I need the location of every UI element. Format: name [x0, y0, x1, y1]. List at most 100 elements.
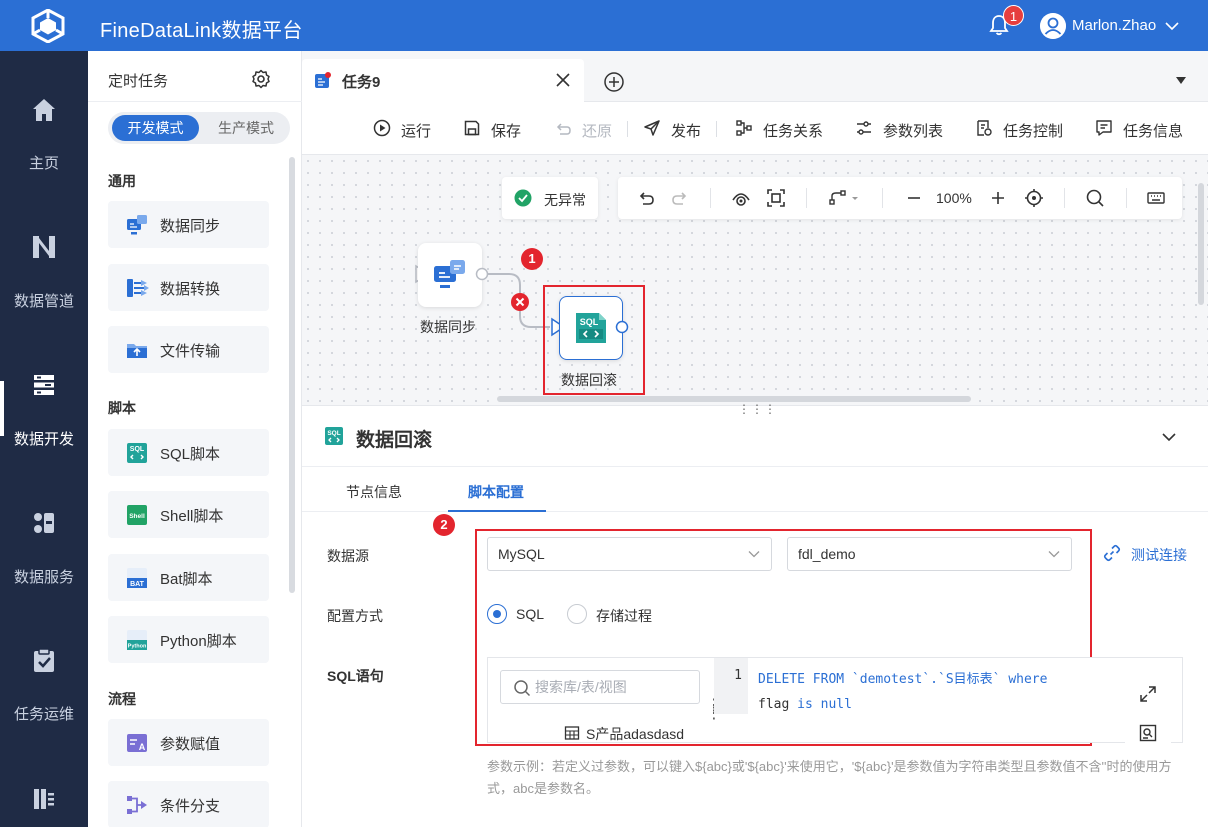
tool-python-script[interactable]: Python Python脚本 [108, 616, 269, 663]
restore-label: 还原 [582, 123, 613, 140]
task-ops-icon [34, 648, 54, 672]
nav-item-more[interactable] [0, 785, 88, 827]
top-bar: FineDataLink数据平台 1 Marlon.Zhao [0, 0, 1208, 51]
code-keyword-null: null [820, 697, 852, 712]
datasource-type-value: MySQL [498, 546, 545, 562]
tool-label: SQL脚本 [160, 446, 221, 463]
chevron-down-icon[interactable] [1164, 18, 1180, 34]
info-doc-icon [1096, 120, 1112, 136]
more-icon [34, 789, 54, 809]
user-name[interactable]: Marlon.Zhao [1072, 17, 1156, 34]
config-tabs: 节点信息 脚本配置 [302, 466, 1208, 512]
tab-task9[interactable]: 任务9 [302, 59, 584, 102]
svg-text:SQL: SQL [327, 430, 340, 437]
tool-data-transform[interactable]: 数据转换 [108, 264, 269, 311]
resize-handle[interactable]: ⋮⋮⋮ [738, 402, 777, 416]
database-select[interactable]: fdl_demo [787, 537, 1072, 571]
radio-sql-label[interactable]: SQL [516, 606, 544, 622]
app-logo[interactable] [30, 9, 66, 43]
canvas-horizontal-scrollbar[interactable] [497, 396, 971, 402]
left-nav: 主页 数据管道 数据开发 数据服务 任务运维 [0, 51, 88, 827]
canvas-vertical-scrollbar[interactable] [1198, 183, 1204, 305]
save-label: 保存 [491, 123, 522, 140]
table-search-box[interactable] [500, 670, 700, 704]
node-data-rollback[interactable]: SQL [559, 296, 623, 360]
play-icon [373, 119, 391, 137]
format-preview-icon[interactable] [1138, 723, 1158, 743]
nav-item-pipeline[interactable]: 数据管道 [0, 233, 88, 343]
data-transform-icon [127, 279, 149, 297]
datasource-type-select[interactable]: MySQL [487, 537, 772, 571]
add-tab-icon[interactable] [603, 71, 625, 93]
data-dev-icon [34, 375, 54, 395]
tool-condition-branch[interactable]: 条件分支 [108, 781, 269, 827]
dev-mode-button[interactable]: 开发模式 [112, 115, 199, 141]
user-avatar-icon[interactable] [1040, 13, 1066, 39]
node-label-sync: 数据同步 [420, 319, 476, 335]
caret-down-icon[interactable] [1176, 77, 1186, 84]
sql-statement-label: SQL语句 [327, 668, 384, 684]
expand-icon[interactable] [1138, 684, 1158, 704]
sql-script-icon: SQL [576, 313, 606, 343]
category-flow: 流程 [108, 691, 136, 707]
dag-canvas[interactable]: 无异常 100% 数据同步 1 SQL 数据回滚 [302, 155, 1208, 405]
file-transfer-icon [127, 344, 147, 358]
nav-item-data-dev[interactable]: 数据开发 [0, 371, 88, 481]
svg-text:Shell: Shell [129, 513, 145, 520]
chevron-down-icon[interactable] [1160, 428, 1178, 446]
tool-label: 数据同步 [160, 218, 221, 235]
notification-badge[interactable]: 1 [1003, 5, 1024, 26]
sql-code-editor[interactable]: DELETE FROM `demotest`.`S目标表` where flag … [758, 667, 1088, 717]
gear-icon[interactable] [251, 69, 271, 89]
radio-stored-procedure-label[interactable]: 存储过程 [596, 606, 652, 626]
code-identifier-flag: flag [758, 697, 790, 712]
category-script: 脚本 [108, 400, 136, 416]
node-output-port[interactable] [475, 267, 489, 281]
search-icon [514, 680, 531, 697]
svg-text:SQL: SQL [580, 317, 599, 327]
nav-item-home[interactable]: 主页 [0, 96, 88, 206]
tab-script-config[interactable]: 脚本配置 [468, 482, 524, 502]
nav-label-data-dev: 数据开发 [13, 431, 74, 448]
line-gutter: 1 [714, 658, 748, 714]
radio-stored-procedure[interactable] [567, 604, 587, 624]
tool-label: Bat脚本 [160, 571, 213, 588]
code-delete-statement: DELETE FROM `demotest`.`S目标表` [758, 672, 1001, 687]
database-value: fdl_demo [798, 546, 856, 562]
tool-shell-script[interactable]: Shell Shell脚本 [108, 491, 269, 538]
relation-icon [736, 120, 752, 136]
annotation-badge-1: 1 [521, 248, 543, 270]
table-search-input[interactable] [535, 677, 695, 697]
tool-param-assign[interactable]: A 参数赋值 [108, 719, 269, 766]
svg-text:BAT: BAT [130, 581, 145, 588]
close-icon[interactable] [554, 71, 572, 89]
tool-bat-script[interactable]: BAT Bat脚本 [108, 554, 269, 601]
panel-title[interactable]: 定时任务 [108, 70, 168, 91]
data-sync-icon [434, 260, 465, 288]
node-output-port[interactable] [615, 320, 629, 334]
datasource-label: 数据源 [327, 548, 369, 564]
table-item-label: S产品adasdasd [586, 726, 685, 742]
nav-item-task-ops[interactable]: 任务运维 [0, 647, 88, 757]
data-sync-icon [127, 215, 147, 235]
nav-label-pipeline: 数据管道 [13, 293, 74, 310]
tab-node-info[interactable]: 节点信息 [346, 482, 402, 502]
nav-label-home: 主页 [28, 155, 59, 172]
task-tool-panel: 定时任务 开发模式 生产模式 通用 数据同步 数据转换 文件传输 脚本 SQL … [88, 51, 302, 827]
panel-scrollbar[interactable] [289, 157, 295, 593]
prod-mode-button[interactable]: 生产模式 [204, 115, 288, 141]
radio-sql[interactable] [487, 604, 507, 624]
tool-sql-script[interactable]: SQL SQL脚本 [108, 429, 269, 476]
remove-edge-icon[interactable] [510, 292, 530, 312]
nav-item-data-service[interactable]: 数据服务 [0, 509, 88, 619]
param-list-label: 参数列表 [883, 123, 944, 140]
tool-data-sync[interactable]: 数据同步 [108, 201, 269, 248]
tool-file-transfer[interactable]: 文件传输 [108, 326, 269, 373]
test-connection-label: 测试连接 [1131, 547, 1187, 563]
tool-label: Python脚本 [160, 633, 237, 650]
nav-label-data-service: 数据服务 [13, 569, 74, 586]
node-data-sync[interactable] [418, 243, 482, 307]
line-number: 1 [734, 668, 742, 683]
python-script-icon: Python [127, 630, 147, 650]
svg-text:Python: Python [128, 644, 147, 650]
